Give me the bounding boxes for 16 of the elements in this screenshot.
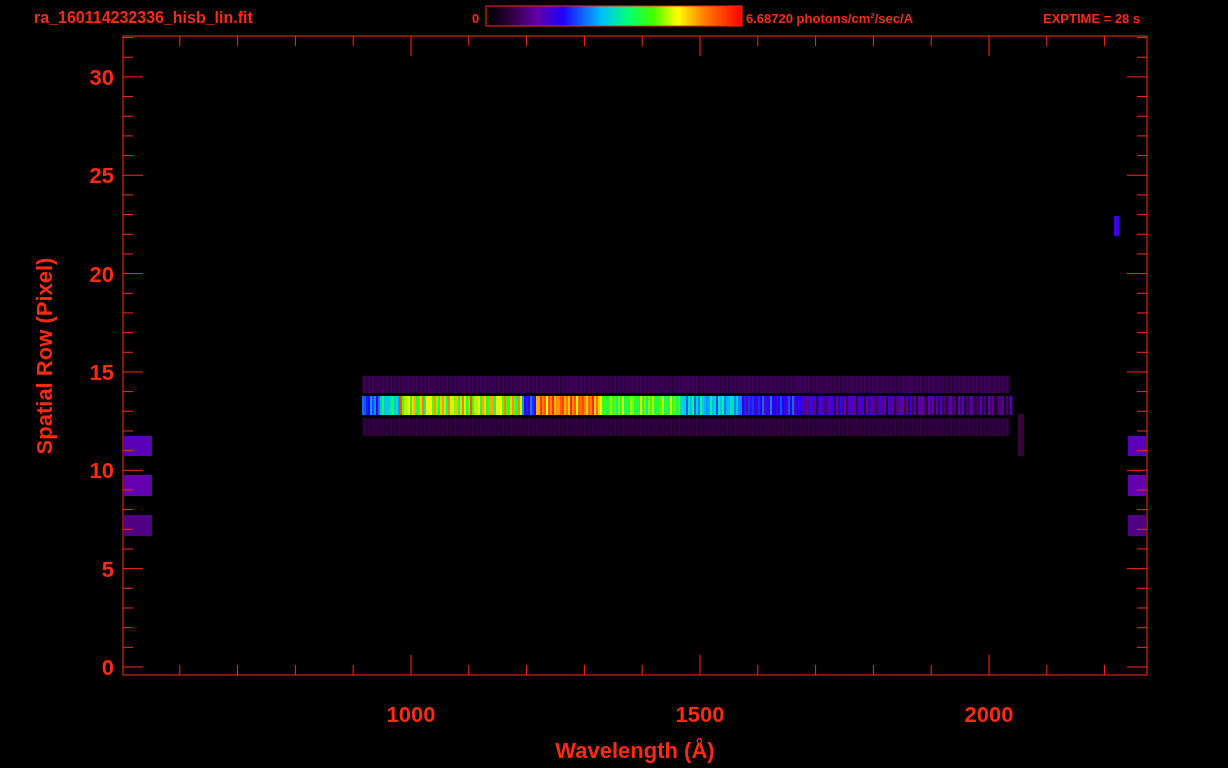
y-axis-title: Spatial Row (Pixel) <box>32 257 57 455</box>
y-tick-label: 25 <box>89 163 114 189</box>
file-name: ra_160114232336_hisb_lin.fit <box>34 9 253 26</box>
x-axis-title: Wavelength (Å) <box>555 738 715 763</box>
y-tick-label: 5 <box>101 556 114 582</box>
x-tick-label: 2000 <box>964 702 1014 727</box>
y-tick-label: 30 <box>89 64 114 90</box>
colorbar-min-label: 0 <box>472 11 480 26</box>
colorbar-max-label: 6.68720 photons/cm$^{2}$/sec/A <box>746 10 915 29</box>
y-tick-label: 10 <box>89 458 114 484</box>
x-tick-label: 1000 <box>386 702 436 727</box>
x-tick-label: 1500 <box>675 702 725 727</box>
y-tick-label: 0 <box>101 655 114 680</box>
y-tick-label: 20 <box>89 261 114 287</box>
exposure-time: EXPTIME = 28 s <box>1043 11 1141 26</box>
y-tick-label: 15 <box>89 359 114 385</box>
